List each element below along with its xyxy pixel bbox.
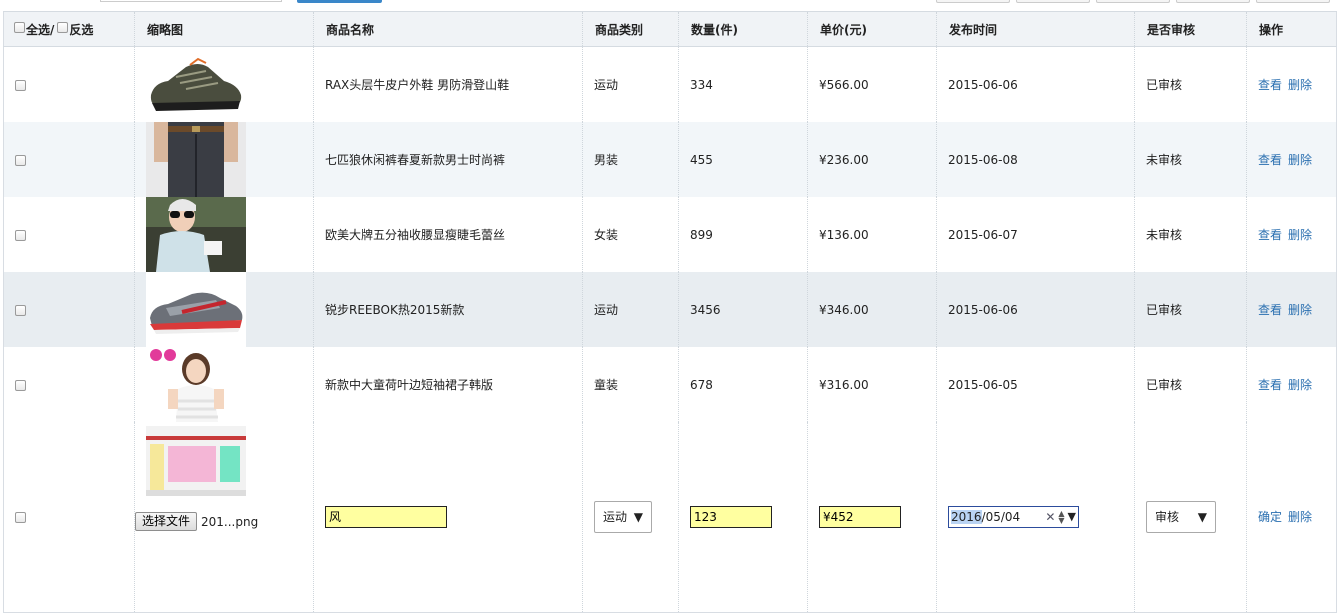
product-price: ¥566.00 — [807, 46, 937, 122]
price-input[interactable] — [819, 505, 901, 528]
product-name: 欧美大牌五分袖收腰显瘦睫毛蕾丝 — [313, 197, 583, 272]
mens-pants-image — [146, 122, 246, 197]
date-rest-segment[interactable]: /05/04 — [982, 510, 1021, 524]
row-checkbox[interactable] — [15, 304, 26, 316]
table-row: 锐步REEBOK热2015新款 运动 3456 ¥346.00 2015-06-… — [3, 272, 1337, 347]
product-audit: 已审核 — [1134, 46, 1247, 122]
product-date: 2015-06-08 — [936, 122, 1135, 197]
product-name: 七匹狼休闲裤春夏新款男士时尚裤 — [313, 122, 583, 197]
table-header-row: 全选/ 反选 缩略图 商品名称 商品类别 数量(件) 单价(元) 发布时间 是否… — [3, 11, 1337, 47]
product-date: 2015-06-05 — [936, 347, 1135, 422]
delete-link[interactable]: 删除 — [1288, 78, 1312, 92]
delete-link[interactable]: 删除 — [1288, 153, 1312, 167]
product-name: 新款中大童荷叶边短袖裙子韩版 — [313, 347, 583, 422]
product-date: 2015-06-07 — [936, 197, 1135, 272]
product-quantity: 678 — [678, 347, 808, 422]
view-link[interactable]: 查看 — [1258, 78, 1282, 92]
header-name: 商品名称 — [313, 11, 583, 47]
product-quantity: 334 — [678, 46, 808, 122]
calendar-dropdown-icon[interactable]: ▼ — [1068, 510, 1076, 523]
edit-row: 选择文件 201...png 运动 ▼ 2016/05 — [3, 422, 1337, 612]
clear-icon[interactable]: ✕ — [1045, 510, 1055, 524]
name-input[interactable] — [325, 505, 447, 528]
dropdown-arrow-icon: ▼ — [633, 509, 643, 524]
product-price: ¥236.00 — [807, 122, 937, 197]
audit-select[interactable]: 审核 ▼ — [1146, 500, 1216, 533]
lace-top-image — [146, 197, 246, 272]
choose-file-button[interactable]: 选择文件 — [135, 512, 198, 531]
category-select-value: 运动 — [603, 510, 628, 525]
confirm-link[interactable]: 确定 — [1258, 510, 1282, 524]
toolbar-button[interactable] — [1096, 0, 1170, 3]
delete-link[interactable]: 删除 — [1288, 303, 1312, 317]
quantity-input[interactable] — [690, 505, 772, 528]
header-thumbnail: 缩略图 — [134, 11, 314, 47]
header-price: 单价(元) — [807, 11, 937, 47]
product-category: 运动 — [582, 46, 679, 122]
product-quantity: 455 — [678, 122, 808, 197]
view-link[interactable]: 查看 — [1258, 153, 1282, 167]
file-name-label: 201...png — [201, 514, 259, 529]
product-audit: 未审核 — [1134, 197, 1247, 272]
invert-checkbox[interactable] — [57, 21, 69, 33]
row-checkbox[interactable] — [15, 379, 26, 391]
product-price: ¥136.00 — [807, 197, 937, 272]
invert-label[interactable]: 反选 — [69, 21, 93, 38]
table-row: 七匹狼休闲裤春夏新款男士时尚裤 男装 455 ¥236.00 2015-06-0… — [3, 122, 1337, 197]
audit-select-value: 审核 — [1155, 510, 1180, 525]
spinner-icon[interactable]: ▲ ▼ — [1058, 509, 1064, 524]
product-name: RAX头层牛皮户外鞋 男防滑登山鞋 — [313, 46, 583, 122]
product-category: 男装 — [582, 122, 679, 197]
product-audit: 已审核 — [1134, 272, 1247, 347]
row-checkbox[interactable] — [15, 154, 26, 166]
row-checkbox[interactable] — [15, 511, 26, 523]
product-table: 全选/ 反选 缩略图 商品名称 商品类别 数量(件) 单价(元) 发布时间 是否… — [3, 11, 1337, 613]
hiking-shoe-image — [146, 47, 246, 122]
delete-link[interactable]: 删除 — [1288, 378, 1312, 392]
date-year-segment[interactable]: 2016 — [951, 509, 982, 524]
header-category: 商品类别 — [582, 11, 679, 47]
product-quantity: 899 — [678, 197, 808, 272]
header-date: 发布时间 — [936, 11, 1135, 47]
table-row: RAX头层牛皮户外鞋 男防滑登山鞋 运动 334 ¥566.00 2015-06… — [3, 46, 1337, 122]
search-button[interactable] — [297, 0, 382, 3]
header-action: 操作 — [1246, 11, 1337, 47]
row-checkbox[interactable] — [15, 229, 26, 241]
header-quantity: 数量(件) — [678, 11, 808, 47]
delete-link[interactable]: 删除 — [1288, 510, 1312, 524]
delete-link[interactable]: 删除 — [1288, 228, 1312, 242]
product-date: 2015-06-06 — [936, 272, 1135, 347]
date-input[interactable]: 2016/05/04 ✕ ▲ ▼ ▼ — [948, 505, 1079, 528]
toolbar-button[interactable] — [936, 0, 1010, 3]
select-all-checkbox[interactable] — [14, 21, 25, 33]
select-all-label[interactable]: 全选/ — [26, 21, 54, 38]
category-select[interactable]: 运动 ▼ — [594, 500, 652, 533]
toolbar-button[interactable] — [1176, 0, 1250, 3]
view-link[interactable]: 查看 — [1258, 228, 1282, 242]
header-select: 全选/ 反选 — [3, 11, 135, 47]
dropdown-arrow-icon: ▼ — [1197, 509, 1207, 524]
row-checkbox[interactable] — [15, 79, 26, 91]
table-row: 新款中大童荷叶边短袖裙子韩版 童装 678 ¥316.00 2015-06-05… — [3, 347, 1337, 422]
product-price: ¥316.00 — [807, 347, 937, 422]
product-category: 运动 — [582, 272, 679, 347]
product-audit: 未审核 — [1134, 122, 1247, 197]
product-date: 2015-06-06 — [936, 46, 1135, 122]
toolbar-button[interactable] — [1256, 0, 1330, 3]
girl-dress-image — [146, 347, 246, 422]
product-name: 锐步REEBOK热2015新款 — [313, 272, 583, 347]
product-quantity: 3456 — [678, 272, 808, 347]
product-category: 童装 — [582, 347, 679, 422]
reebok-sneaker-image — [146, 272, 246, 347]
view-link[interactable]: 查看 — [1258, 303, 1282, 317]
toolbar-button[interactable] — [1016, 0, 1090, 3]
table-row: 欧美大牌五分袖收腰显瘦睫毛蕾丝 女装 899 ¥136.00 2015-06-0… — [3, 197, 1337, 272]
view-link[interactable]: 查看 — [1258, 378, 1282, 392]
header-audit: 是否审核 — [1134, 11, 1247, 47]
upload-preview-image — [146, 426, 246, 496]
product-audit: 已审核 — [1134, 347, 1247, 422]
product-price: ¥346.00 — [807, 272, 937, 347]
product-category: 女装 — [582, 197, 679, 272]
search-input[interactable] — [100, 0, 282, 2]
